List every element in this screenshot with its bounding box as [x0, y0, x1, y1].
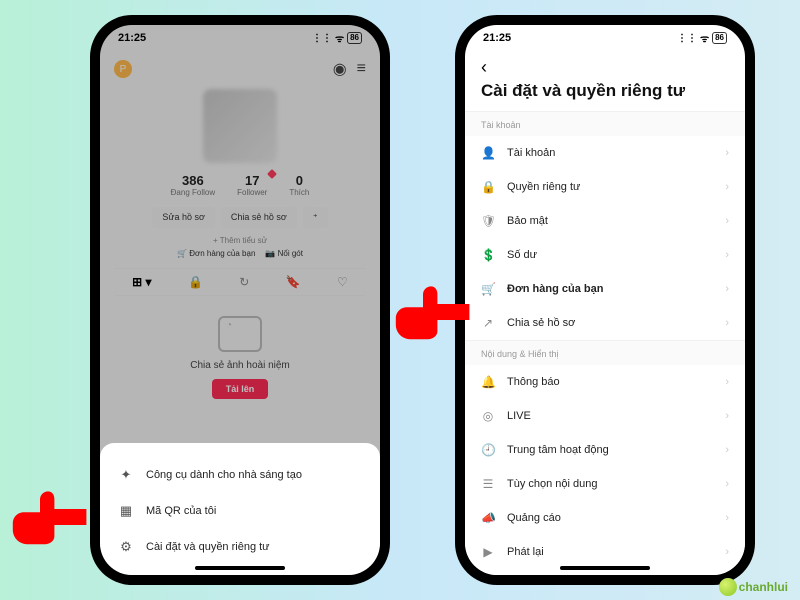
watermark: chanhlui: [719, 578, 788, 596]
battery-indicator: 86: [712, 32, 727, 44]
settings-item-security[interactable]: 🛡 Bảo mật ›: [465, 204, 745, 238]
lock-icon: 🔒: [481, 180, 495, 194]
section-content-display: Nội dung & Hiển thị: [465, 340, 745, 365]
settings-item-activity-center[interactable]: 🕘 Trung tâm hoạt động ›: [465, 433, 745, 467]
wallet-icon: 💲: [481, 248, 495, 262]
gear-icon: ⚙: [118, 539, 134, 555]
sheet-item-creator-tools[interactable]: ✦ Công cụ dành cho nhà sáng tạo: [116, 457, 364, 493]
section-account: Tài khoản: [465, 111, 745, 136]
screen-right: 21:25 ⋮⋮ ᯤ 86 ‹ Cài đặt và quyền riêng t…: [465, 25, 745, 575]
chevron-right-icon: ›: [725, 444, 729, 456]
chevron-right-icon: ›: [725, 317, 729, 329]
chevron-right-icon: ›: [725, 546, 729, 558]
sheet-item-settings-privacy[interactable]: ⚙ Cài đặt và quyền riêng tư: [116, 529, 364, 565]
creator-tools-icon: ✦: [118, 467, 134, 483]
settings-item-content-prefs[interactable]: ☰ Tùy chọn nội dung ›: [465, 467, 745, 501]
home-indicator[interactable]: [195, 566, 285, 570]
share-icon: ↗: [481, 316, 495, 330]
back-button[interactable]: ‹: [481, 57, 487, 78]
person-icon: 👤: [481, 146, 495, 160]
screen-left: 21:25 ⋮⋮ ᯤ 86 P ◉ ≡ 386 Đang Follow: [100, 25, 380, 575]
live-icon: ◎: [481, 409, 495, 423]
status-time: 21:25: [483, 32, 511, 44]
bell-icon: 🔔: [481, 375, 495, 389]
play-icon: ▶: [481, 545, 495, 559]
cart-icon: 🛒: [481, 282, 495, 296]
chevron-right-icon: ›: [725, 181, 729, 193]
status-indicators: ⋮⋮ ᯤ 86: [677, 31, 727, 45]
signal-icon: ⋮⋮: [677, 33, 697, 44]
chevron-right-icon: ›: [725, 512, 729, 524]
settings-item-ads[interactable]: 📣 Quảng cáo ›: [465, 501, 745, 535]
settings-item-orders[interactable]: 🛒 Đơn hàng của bạn ›: [465, 272, 745, 306]
chevron-right-icon: ›: [725, 410, 729, 422]
wifi-icon: ᯤ: [700, 31, 709, 45]
instruction-pointer-left: [8, 488, 88, 546]
sheet-item-my-qr[interactable]: ▦ Mã QR của tôi: [116, 493, 364, 529]
settings-item-live[interactable]: ◎ LIVE ›: [465, 399, 745, 433]
page-title: Cài đặt và quyền riêng tư: [481, 81, 729, 101]
lime-icon: [719, 578, 737, 596]
phone-frame-left: 21:25 ⋮⋮ ᯤ 86 P ◉ ≡ 386 Đang Follow: [90, 15, 390, 585]
settings-list[interactable]: Tài khoản 👤 Tài khoản › 🔒 Quyền riêng tư…: [465, 111, 745, 575]
chevron-right-icon: ›: [725, 147, 729, 159]
chevron-right-icon: ›: [725, 376, 729, 388]
settings-item-notifications[interactable]: 🔔 Thông báo ›: [465, 365, 745, 399]
sheet-label: Mã QR của tôi: [146, 505, 216, 517]
sheet-label: Công cụ dành cho nhà sáng tạo: [146, 469, 302, 481]
sheet-label: Cài đặt và quyền riêng tư: [146, 541, 270, 553]
clock-icon: 🕘: [481, 443, 495, 457]
statusbar: 21:25 ⋮⋮ ᯤ 86: [465, 25, 745, 51]
settings-item-share-profile[interactable]: ↗ Chia sẻ hồ sơ ›: [465, 306, 745, 340]
instruction-pointer-right: [391, 283, 471, 341]
sliders-icon: ☰: [481, 477, 495, 491]
settings-item-account[interactable]: 👤 Tài khoản ›: [465, 136, 745, 170]
settings-item-playback[interactable]: ▶ Phát lại ›: [465, 535, 745, 569]
home-indicator[interactable]: [560, 566, 650, 570]
phone-frame-right: 21:25 ⋮⋮ ᯤ 86 ‹ Cài đặt và quyền riêng t…: [455, 15, 755, 585]
settings-item-balance[interactable]: 💲 Số dư ›: [465, 238, 745, 272]
megaphone-icon: 📣: [481, 511, 495, 525]
chevron-right-icon: ›: [725, 283, 729, 295]
bottom-sheet: ✦ Công cụ dành cho nhà sáng tạo ▦ Mã QR …: [100, 443, 380, 575]
chevron-right-icon: ›: [725, 249, 729, 261]
chevron-right-icon: ›: [725, 215, 729, 227]
qr-icon: ▦: [118, 503, 134, 519]
settings-item-privacy[interactable]: 🔒 Quyền riêng tư ›: [465, 170, 745, 204]
chevron-right-icon: ›: [725, 478, 729, 490]
shield-icon: 🛡: [481, 214, 495, 228]
